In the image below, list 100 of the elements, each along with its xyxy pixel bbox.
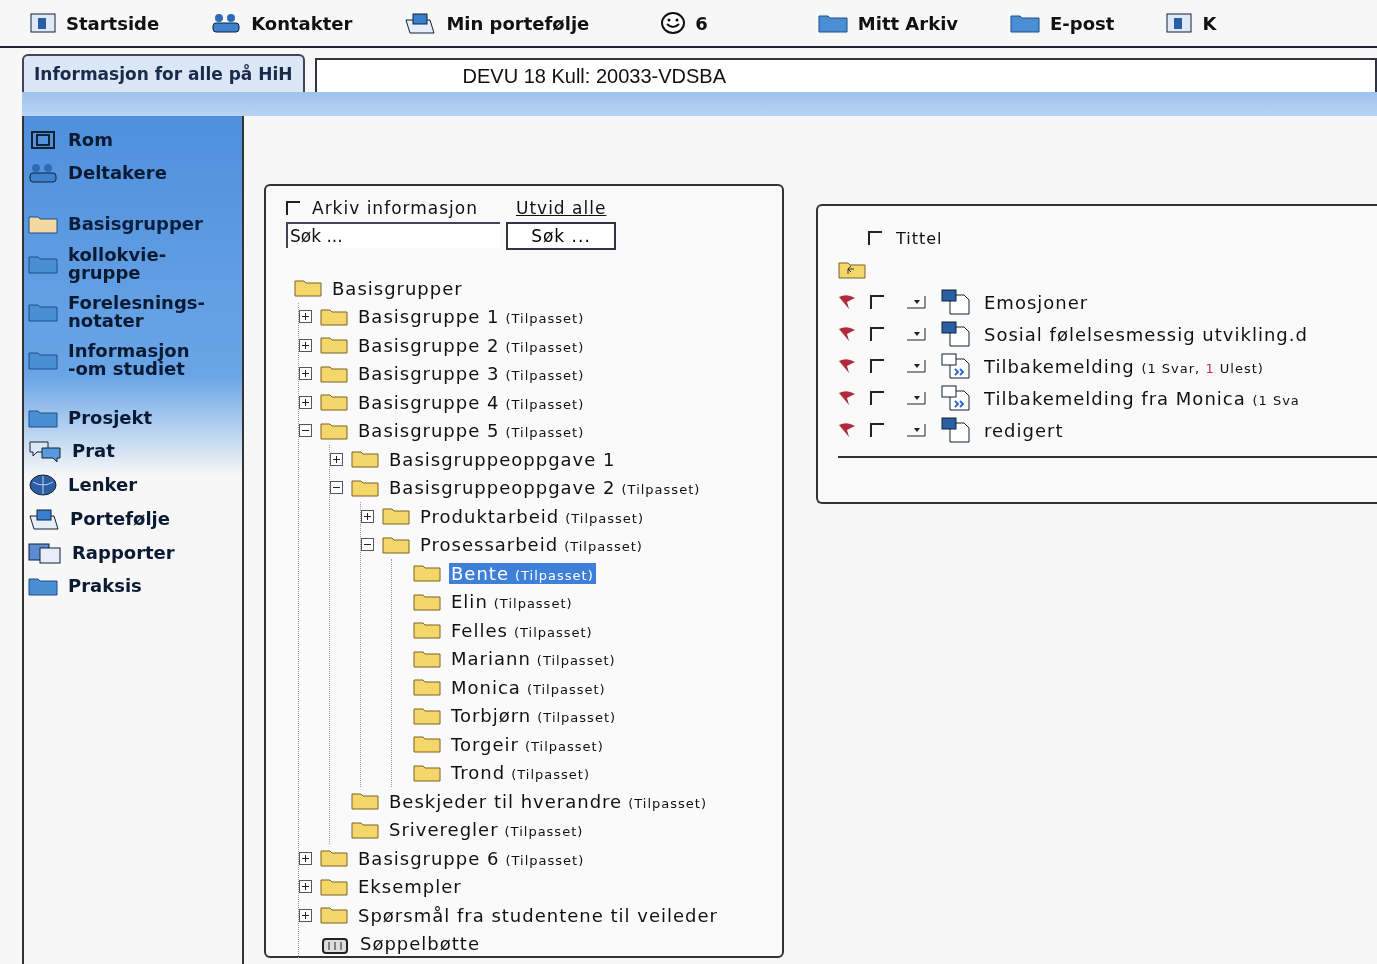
tree-item[interactable]: Elin (Tilpasset): [449, 591, 575, 613]
file-title[interactable]: redigert: [984, 419, 1064, 441]
folder-icon: [413, 678, 441, 697]
calendar-icon: [30, 13, 56, 33]
tree-item[interactable]: Søppelbøtte: [358, 933, 482, 955]
select-all-checkbox[interactable]: [868, 231, 882, 245]
tree-item[interactable]: Basisgruppeoppgave 1: [387, 448, 618, 470]
sidebar-item[interactable]: Informasjon -om studiet: [28, 338, 242, 382]
tree-item[interactable]: Basisgruppe 5 (Tilpasset): [356, 420, 587, 442]
expand-toggle[interactable]: [330, 452, 343, 466]
dropdown-arrow-icon[interactable]: [906, 422, 926, 438]
dropdown-arrow-icon[interactable]: [906, 294, 926, 310]
collapse-toggle[interactable]: [361, 538, 374, 552]
smiley-icon: [661, 12, 686, 34]
expand-toggle[interactable]: [299, 338, 312, 352]
expand-all-link[interactable]: Utvid alle: [515, 198, 607, 218]
tree-item[interactable]: Torbjørn (Tilpasset): [449, 705, 619, 727]
nav-link[interactable]: Mitt Arkiv: [817, 12, 959, 34]
tree-item[interactable]: Basisgruppe 2 (Tilpasset): [356, 334, 587, 356]
row-checkbox[interactable]: [870, 359, 884, 373]
sidebar-item[interactable]: Rom: [28, 126, 242, 154]
tree-item[interactable]: Felles (Tilpasset): [449, 619, 595, 641]
folder-icon: [1010, 13, 1041, 33]
sidebar-item[interactable]: Prosjekt: [28, 404, 242, 432]
tree-item[interactable]: Basisgrupper: [330, 277, 465, 299]
flag-icon[interactable]: [838, 358, 856, 374]
folder-icon: [382, 535, 410, 554]
tree-item[interactable]: Sriveregler (Tilpasset): [387, 819, 586, 841]
sidebar-item[interactable]: Lenker: [28, 470, 242, 500]
expand-toggle[interactable]: [299, 367, 312, 381]
file-title[interactable]: Tilbakemelding fra Monica (1 Sva: [984, 387, 1300, 409]
expand-toggle[interactable]: [361, 509, 374, 523]
checkbox[interactable]: [286, 201, 300, 215]
nav-link[interactable]: Min portefølje: [404, 12, 590, 34]
tree-item[interactable]: Basisgruppe 1 (Tilpasset): [356, 306, 587, 328]
dropdown-arrow-icon[interactable]: [906, 358, 926, 374]
row-checkbox[interactable]: [870, 295, 884, 309]
collapse-toggle[interactable]: [299, 424, 312, 438]
file-title[interactable]: Emosjoner: [984, 291, 1089, 313]
tree-item[interactable]: Monica (Tilpasset): [449, 676, 608, 698]
expand-toggle[interactable]: [299, 851, 312, 865]
flag-icon[interactable]: [838, 390, 856, 406]
sidebar-item[interactable]: Portefølje: [28, 504, 242, 534]
folder-up-icon[interactable]: [838, 261, 866, 279]
row-checkbox[interactable]: [870, 391, 884, 405]
nav-link[interactable]: Kontakter: [211, 12, 353, 34]
document-file-icon: [940, 289, 970, 315]
sidebar-item[interactable]: kollokvie- gruppe: [28, 242, 242, 286]
file-title[interactable]: Sosial følelsesmessig utvikling.d: [984, 323, 1308, 345]
nav-link[interactable]: K: [1166, 12, 1217, 34]
tree-item[interactable]: Prosessarbeid (Tilpasset): [418, 534, 645, 556]
expand-toggle[interactable]: [299, 880, 312, 894]
folder-icon: [413, 649, 441, 668]
folder-icon: [382, 507, 410, 526]
sidebar-item[interactable]: Praksis: [28, 572, 242, 600]
collapse-toggle[interactable]: [330, 481, 343, 495]
tree-item[interactable]: Basisgruppeoppgave 2 (Tilpasset): [387, 477, 703, 499]
expand-toggle[interactable]: [299, 908, 312, 922]
search-field[interactable]: Søk ...: [286, 222, 500, 248]
tree-item[interactable]: Basisgruppe 3 (Tilpasset): [356, 363, 587, 385]
tree-item[interactable]: Beskjeder til hverandre (Tilpasset): [387, 790, 709, 812]
people-icon: [28, 162, 58, 184]
tree-item[interactable]: Eksempler: [356, 876, 464, 898]
flag-icon[interactable]: [838, 294, 856, 310]
expand-toggle[interactable]: [299, 310, 312, 324]
nav-link[interactable]: Startside: [30, 12, 160, 34]
tree-item[interactable]: Basisgruppe 6 (Tilpasset): [356, 847, 587, 869]
tree-item[interactable]: Mariann (Tilpasset): [449, 648, 618, 670]
search-button[interactable]: Søk ...: [506, 222, 616, 250]
globe-icon: [28, 474, 58, 496]
row-checkbox[interactable]: [870, 423, 884, 437]
sidebar-item[interactable]: Forelesnings- notater: [28, 290, 242, 334]
flag-icon[interactable]: [838, 422, 856, 438]
sidebar-item[interactable]: Rapporter: [28, 538, 242, 568]
folder-icon: [351, 792, 379, 811]
tree-item[interactable]: Trond (Tilpasset): [449, 762, 592, 784]
folder-icon: [28, 302, 58, 322]
sidebar-item[interactable]: Deltakere: [28, 158, 242, 188]
tree-item[interactable]: Spørsmål fra studentene til veileder: [356, 904, 720, 926]
folder-icon: [413, 621, 441, 640]
folder-icon: [294, 279, 322, 298]
feedback-file-icon: [940, 353, 970, 379]
sidebar-item[interactable]: Prat: [28, 436, 242, 466]
folder-icon: [413, 706, 441, 725]
tree-item[interactable]: Produktarbeid (Tilpasset): [418, 505, 646, 527]
column-header: Tittel: [896, 228, 943, 248]
tree-item[interactable]: Bente (Tilpasset): [449, 562, 596, 584]
row-checkbox[interactable]: [870, 327, 884, 341]
room-title: DEVU 18 Kull: 20033-VDSBA: [314, 58, 1377, 92]
tree-item[interactable]: Basisgruppe 4 (Tilpasset): [356, 391, 587, 413]
flag-icon[interactable]: [838, 326, 856, 342]
info-tab[interactable]: Informasjon for alle på HiH: [22, 54, 305, 92]
nav-link[interactable]: E-post: [1010, 12, 1115, 34]
dropdown-arrow-icon[interactable]: [906, 390, 926, 406]
dropdown-arrow-icon[interactable]: [906, 326, 926, 342]
file-title[interactable]: Tilbakemelding (1 Svar, 1 Ulest): [984, 355, 1264, 377]
expand-toggle[interactable]: [299, 395, 312, 409]
nav-link[interactable]: 6: [661, 12, 708, 34]
tree-item[interactable]: Torgeir (Tilpasset): [449, 733, 606, 755]
sidebar-item[interactable]: Basisgrupper: [28, 210, 242, 238]
